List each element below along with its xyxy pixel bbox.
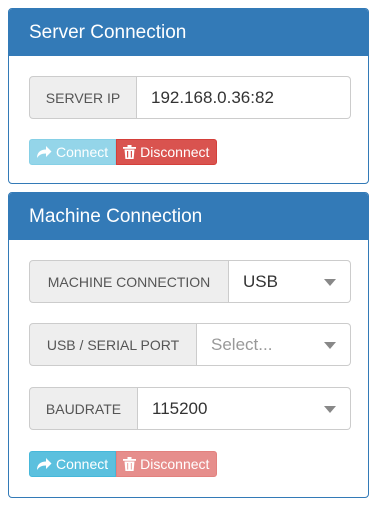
server-ip-label: SERVER IP	[29, 76, 137, 119]
server-button-group: Connect Disconnect	[29, 139, 218, 165]
machine-connection-select[interactable]: USB	[229, 260, 351, 303]
machine-button-group: Connect Disconnect	[29, 451, 218, 477]
machine-disconnect-button[interactable]: Disconnect	[116, 451, 218, 477]
machine-panel-title: Machine Connection	[9, 193, 368, 240]
server-disconnect-button[interactable]: Disconnect	[116, 139, 218, 165]
chevron-down-icon	[324, 406, 336, 413]
baudrate-group: BAUDRATE 115200	[29, 387, 351, 430]
trash-icon	[123, 145, 137, 159]
baudrate-select[interactable]: 115200	[138, 387, 351, 430]
machine-connection-group: MACHINE CONNECTION USB	[29, 260, 351, 303]
share-arrow-icon	[36, 145, 52, 159]
machine-connect-label: Connect	[56, 456, 109, 472]
machine-connect-button[interactable]: Connect	[29, 451, 117, 477]
machine-connection-label: MACHINE CONNECTION	[29, 260, 229, 303]
serial-port-label: USB / SERIAL PORT	[29, 323, 197, 366]
trash-icon	[123, 457, 137, 471]
serial-port-group: USB / SERIAL PORT Select...	[29, 323, 351, 366]
serial-port-select[interactable]: Select...	[197, 323, 351, 366]
server-connect-label: Connect	[56, 144, 109, 160]
server-ip-group: SERVER IP 192.168.0.36:82	[29, 76, 351, 119]
chevron-down-icon	[324, 279, 336, 286]
server-disconnect-label: Disconnect	[140, 144, 210, 160]
server-connect-button[interactable]: Connect	[29, 139, 117, 165]
server-panel-title: Server Connection	[9, 9, 368, 56]
machine-connection-value: USB	[243, 271, 278, 291]
baudrate-value: 115200	[152, 398, 208, 418]
machine-disconnect-label: Disconnect	[140, 456, 210, 472]
server-ip-input[interactable]: 192.168.0.36:82	[137, 76, 351, 119]
machine-connection-panel: Machine Connection MACHINE CONNECTION US…	[8, 192, 369, 498]
share-arrow-icon	[36, 457, 52, 471]
baudrate-label: BAUDRATE	[29, 387, 138, 430]
server-connection-panel: Server Connection SERVER IP 192.168.0.36…	[8, 8, 369, 184]
chevron-down-icon	[324, 342, 336, 349]
serial-port-placeholder: Select...	[211, 334, 273, 354]
